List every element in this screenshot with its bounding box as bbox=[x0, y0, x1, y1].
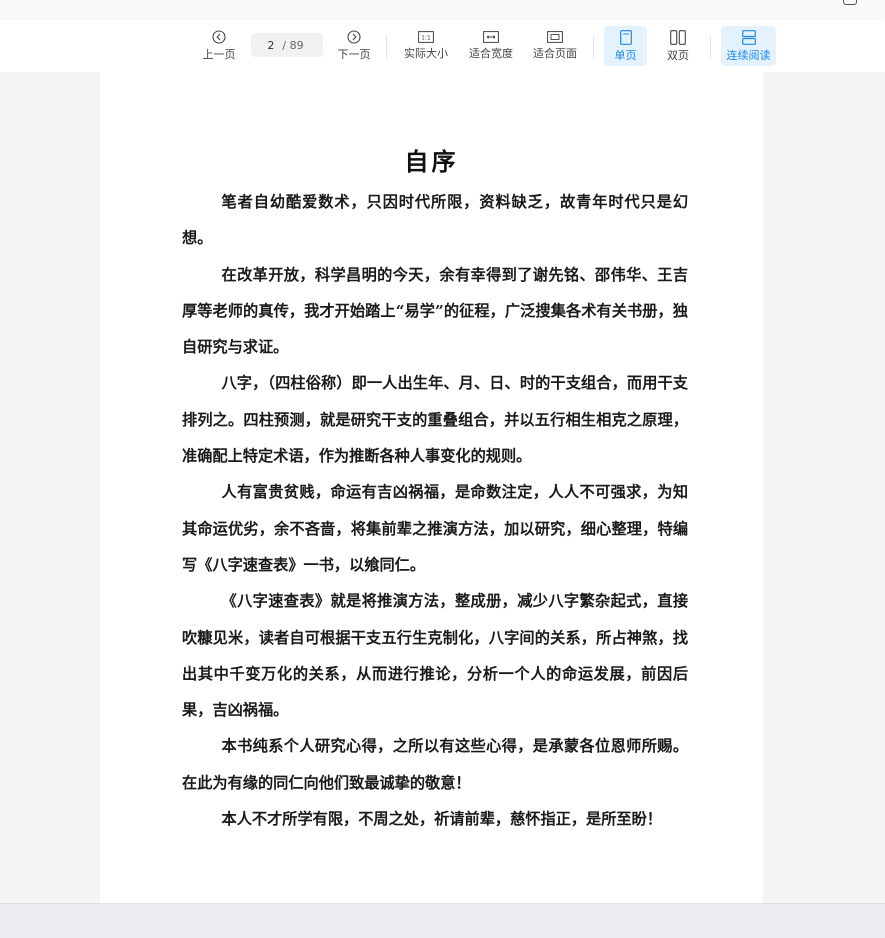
single-page-label: 单页 bbox=[614, 48, 637, 62]
double-page-label: 双页 bbox=[667, 48, 689, 62]
actual-size-label: 实际大小 bbox=[404, 47, 448, 60]
toolbar-divider bbox=[710, 36, 711, 58]
fit-page-label: 适合页面 bbox=[533, 47, 577, 60]
paragraph: 八字，（四柱俗称）即一人出生年、月、日、时的干支组合，而用干支排列之。四柱预测，… bbox=[182, 374, 688, 466]
actual-size-icon-text: 1:1 bbox=[421, 34, 431, 41]
window-top-strip bbox=[0, 0, 885, 20]
fit-page-icon bbox=[547, 31, 563, 43]
prev-page-button[interactable]: 上一页 bbox=[199, 26, 239, 66]
bottom-bar bbox=[0, 903, 885, 938]
fit-width-icon bbox=[483, 31, 499, 43]
page-title: 自序 bbox=[404, 147, 459, 176]
current-page-input[interactable]: 2 bbox=[267, 39, 274, 52]
continuous-reading-label: 连续阅读 bbox=[726, 48, 771, 62]
paragraph: 在改革开放，科学昌明的今天，余有幸得到了谢先铭、邵伟华、王吉厚等老师的真传，我才… bbox=[182, 265, 688, 357]
fit-page-button[interactable]: 适合页面 bbox=[530, 26, 580, 66]
pdf-page: 自序 笔者自幼酷爱数术，只因时代所限，资料缺乏，故青年时代只是幻想。 在改革开放… bbox=[100, 72, 763, 903]
paragraph: 本书纯系个人研究心得，之所以有这些心得，是承蒙各位恩师所赐。在此为有缘的同仁向他… bbox=[182, 737, 688, 792]
pdf-toolbar: 上一页 2 / 89 下一页 1:1 实际大小 适合宽度 适合页面 单页 双页 … bbox=[0, 20, 885, 72]
total-pages: / 89 bbox=[282, 38, 304, 52]
chevron-right-circle-icon bbox=[347, 30, 361, 44]
fit-width-button[interactable]: 适合宽度 bbox=[466, 26, 516, 66]
page-number-box[interactable]: 2 / 89 bbox=[251, 33, 323, 57]
fit-width-label: 适合宽度 bbox=[469, 47, 513, 60]
single-page-button[interactable]: 单页 bbox=[604, 26, 647, 66]
paragraph: 本人不才所学有限，不周之处，祈请前辈，慈怀指正，是所至盼！ bbox=[221, 810, 662, 829]
continuous-scroll-icon bbox=[741, 29, 756, 45]
actual-size-icon: 1:1 bbox=[418, 31, 434, 43]
window-control-icon[interactable] bbox=[843, 0, 857, 5]
toolbar-divider bbox=[386, 36, 387, 58]
double-page-button[interactable]: 双页 bbox=[658, 26, 698, 66]
chevron-left-circle-icon bbox=[212, 30, 226, 44]
prev-page-label: 上一页 bbox=[202, 48, 236, 61]
paragraph: 笔者自幼酷爱数术，只因时代所限，资料缺乏，故青年时代只是幻想。 bbox=[182, 193, 688, 248]
paragraph: 《八字速查表》就是将推演方法，整成册，减少八字繁杂起式，直接吹糠见米，读者自可根… bbox=[182, 592, 688, 720]
paragraph: 人有富贵贫贱，命运有吉凶祸福，是命数注定，人人不可强求，为知其命运优劣，余不吝啬… bbox=[182, 483, 688, 574]
document-viewer[interactable]: 自序 笔者自幼酷爱数术，只因时代所限，资料缺乏，故青年时代只是幻想。 在改革开放… bbox=[0, 72, 885, 903]
single-page-icon bbox=[619, 29, 632, 45]
next-page-button[interactable]: 下一页 bbox=[334, 26, 374, 66]
double-page-icon bbox=[670, 29, 686, 45]
continuous-reading-button[interactable]: 连续阅读 bbox=[721, 26, 776, 66]
toolbar-divider bbox=[593, 36, 594, 58]
next-page-label: 下一页 bbox=[337, 48, 371, 61]
actual-size-button[interactable]: 1:1 实际大小 bbox=[400, 26, 452, 66]
page-body: 笔者自幼酷爱数术，只因时代所限，资料缺乏，故青年时代只是幻想。 在改革开放，科学… bbox=[182, 184, 688, 837]
